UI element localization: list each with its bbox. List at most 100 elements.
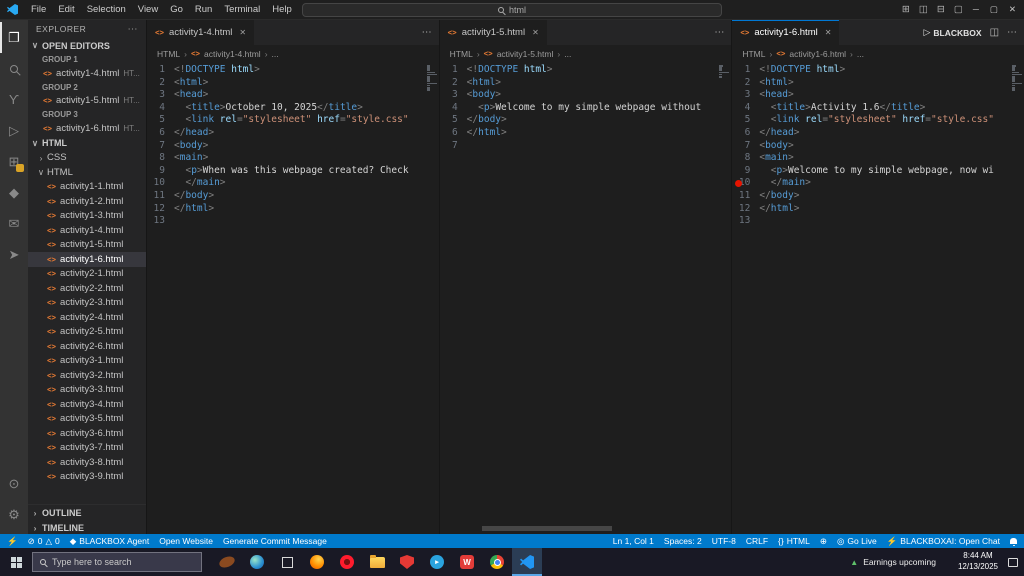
close-icon[interactable]: ✕ xyxy=(532,28,539,37)
menu-go[interactable]: Go xyxy=(164,0,189,20)
workspace-root-folder[interactable]: ∨ HTML xyxy=(28,136,146,151)
file-item[interactable]: <> activity2-2.html xyxy=(28,281,146,296)
maximize-icon[interactable]: ▢ xyxy=(990,4,998,15)
minimap[interactable] xyxy=(426,64,439,534)
file-item[interactable]: <> activity1-4.html xyxy=(28,223,146,238)
more-actions-icon[interactable]: ⋯ xyxy=(128,24,139,35)
file-item[interactable]: <> activity2-4.html xyxy=(28,310,146,325)
status-cursor-position[interactable]: Ln 1, Col 1 xyxy=(608,534,659,548)
tab-activity1-4.html[interactable]: <> activity1-4.html ✕ xyxy=(147,20,256,45)
notifications-bell[interactable] xyxy=(1005,534,1022,548)
horizontal-scrollbar[interactable] xyxy=(481,526,612,531)
status-go-live[interactable]: ◎ Go Live xyxy=(832,534,882,548)
layout-bottom-icon[interactable]: ⊟ xyxy=(937,4,945,15)
file-item[interactable]: <> activity1-3.html xyxy=(28,209,146,224)
file-item[interactable]: <> activity2-1.html xyxy=(28,267,146,282)
close-icon[interactable]: ✕ xyxy=(825,28,832,37)
taskbar-app-vscode[interactable] xyxy=(512,548,542,576)
send-icon[interactable]: ➤ xyxy=(0,239,28,270)
file-item[interactable]: <> activity3-7.html xyxy=(28,441,146,456)
file-item[interactable]: <> activity3-1.html xyxy=(28,354,146,369)
taskbar-app-firefox[interactable] xyxy=(302,548,332,576)
file-item[interactable]: <> activity3-3.html xyxy=(28,383,146,398)
tab-activity1-6.html[interactable]: <> activity1-6.html ✕ xyxy=(732,20,841,45)
status-encoding[interactable]: UTF-8 xyxy=(707,534,741,548)
file-item[interactable]: <> activity1-2.html xyxy=(28,194,146,209)
status-indentation[interactable]: Spaces: 2 xyxy=(659,534,707,548)
folder-html[interactable]: ∨ HTML xyxy=(28,165,146,180)
status-language-mode[interactable]: {} HTML xyxy=(773,534,815,548)
taskbar-clock[interactable]: 8:44 AM 12/13/2025 xyxy=(948,551,1008,573)
command-center-search[interactable]: html xyxy=(302,2,722,17)
file-item[interactable]: <> activity3-8.html xyxy=(28,455,146,470)
taskbar-app-telegram[interactable]: ▸ xyxy=(422,548,452,576)
minimap[interactable] xyxy=(718,64,731,534)
minimize-icon[interactable]: ─ xyxy=(973,4,979,15)
open-editor-item[interactable]: <> activity1-5.html HT... xyxy=(28,94,146,109)
start-button[interactable] xyxy=(0,548,32,576)
run-debug-icon[interactable]: ▷ xyxy=(0,115,28,146)
remote-indicator[interactable]: ⚡ xyxy=(2,534,23,548)
close-icon[interactable]: ✕ xyxy=(239,28,246,37)
open-editor-item[interactable]: <> activity1-4.html HT... xyxy=(28,66,146,81)
menu-edit[interactable]: Edit xyxy=(52,0,80,20)
taskbar-app-file-explorer[interactable] xyxy=(362,548,392,576)
blackbox-run-button[interactable]: ▷ BLACKBOX xyxy=(923,27,981,38)
layout-custom-icon[interactable]: ▢ xyxy=(954,4,963,15)
news-widget[interactable]: ▲ Earnings upcoming xyxy=(838,548,948,576)
file-item[interactable]: <> activity3-4.html xyxy=(28,397,146,412)
close-icon[interactable]: ✕ xyxy=(1009,4,1016,15)
menu-run[interactable]: Run xyxy=(189,0,218,20)
taskbar-app-edge[interactable] xyxy=(242,548,272,576)
taskbar-app-security[interactable] xyxy=(392,548,422,576)
blackbox-icon[interactable]: ◆ xyxy=(0,177,28,208)
search-icon[interactable] xyxy=(0,53,28,84)
status-generate-commit-message[interactable]: Generate Commit Message xyxy=(218,534,332,548)
taskbar-app-football[interactable] xyxy=(212,548,242,576)
explorer-icon[interactable]: ❐ xyxy=(0,22,28,53)
file-item[interactable]: <> activity3-6.html xyxy=(28,426,146,441)
file-item[interactable]: <> activity1-6.html xyxy=(28,252,146,267)
file-item[interactable]: <> activity3-9.html xyxy=(28,470,146,485)
code-editor[interactable]: 1 <!DOCTYPE html> 2 <html> 3 <body> 4 <p>Welco… xyxy=(440,62,732,534)
extensions-icon[interactable]: ⊞ xyxy=(0,146,28,177)
file-item[interactable]: <> activity1-5.html xyxy=(28,238,146,253)
tab-activity1-5.html[interactable]: <> activity1-5.html ✕ xyxy=(439,20,548,45)
breadcrumb[interactable]: HTML › <> activity1-5.html ›... xyxy=(440,45,732,62)
minimap[interactable] xyxy=(1011,64,1024,534)
file-item[interactable]: <> activity3-2.html xyxy=(28,368,146,383)
folder-css[interactable]: › CSS xyxy=(28,151,146,166)
taskbar-search-input[interactable]: Type here to search xyxy=(32,552,202,572)
file-item[interactable]: <> activity1-1.html xyxy=(28,180,146,195)
taskbar-app-opera[interactable] xyxy=(332,548,362,576)
more-actions-icon[interactable]: ⋯ xyxy=(1007,27,1017,38)
menu-selection[interactable]: Selection xyxy=(81,0,132,20)
file-item[interactable]: <> activity2-3.html xyxy=(28,296,146,311)
code-editor[interactable]: 1 <!DOCTYPE html> 2 <html> 3 <head> 4 <title>O… xyxy=(147,62,439,534)
status-globe[interactable]: ⊕ xyxy=(815,534,832,548)
file-item[interactable]: <> activity2-5.html xyxy=(28,325,146,340)
file-item[interactable]: <> activity3-5.html xyxy=(28,412,146,427)
account-icon[interactable]: ⊙ xyxy=(0,468,28,499)
more-actions-icon[interactable]: ⋯ xyxy=(714,27,724,38)
taskbar-app-wps[interactable]: W xyxy=(452,548,482,576)
taskbar-app-chrome[interactable] xyxy=(482,548,512,576)
action-center-icon[interactable] xyxy=(1008,557,1018,567)
code-editor[interactable]: 1 <!DOCTYPE html> 2 <html> 3 <head> 4 <title>A… xyxy=(732,62,1024,534)
status-eol[interactable]: CRLF xyxy=(741,534,773,548)
menu-help[interactable]: Help xyxy=(266,0,298,20)
file-item[interactable]: <> activity2-6.html xyxy=(28,339,146,354)
source-control-icon[interactable]: Ƴ xyxy=(0,84,28,115)
open-editor-item[interactable]: <> activity1-6.html HT... xyxy=(28,121,146,136)
layout-grid-icon[interactable]: ⊞ xyxy=(902,4,910,15)
breadcrumb[interactable]: HTML › <> activity1-6.html ›... xyxy=(732,45,1024,62)
taskbar-app-task-view[interactable] xyxy=(272,548,302,576)
status-open-website[interactable]: Open Website xyxy=(154,534,218,548)
layout-panel-icon[interactable]: ◫ xyxy=(919,4,928,15)
chat-icon[interactable]: ✉ xyxy=(0,208,28,239)
more-actions-icon[interactable]: ⋯ xyxy=(422,27,432,38)
section-timeline[interactable]: › TIMELINE xyxy=(28,520,146,534)
split-editor-icon[interactable]: ◫ xyxy=(990,27,999,38)
settings-icon[interactable]: ⚙ xyxy=(0,499,28,530)
menu-file[interactable]: File xyxy=(25,0,52,20)
